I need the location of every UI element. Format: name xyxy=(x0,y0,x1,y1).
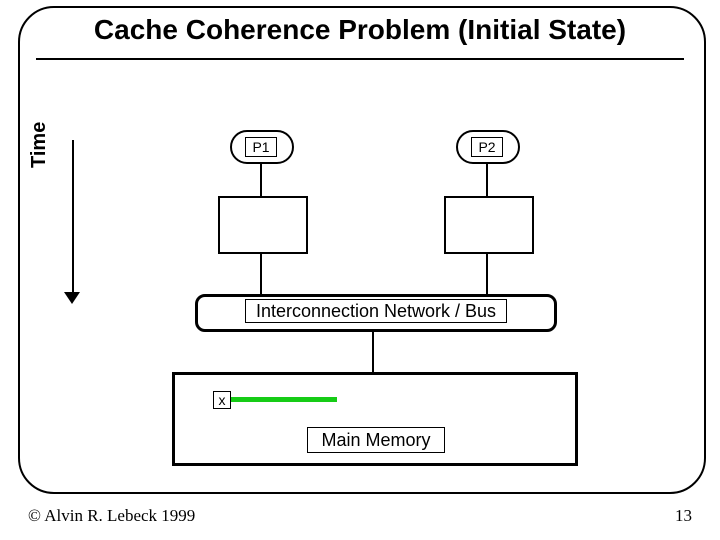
value-bar-icon xyxy=(225,397,337,402)
arrow-shaft-icon xyxy=(72,140,74,300)
processor-p2: P2 xyxy=(456,130,520,164)
cache-2 xyxy=(444,196,534,254)
cache-1 xyxy=(218,196,308,254)
wire-c2-bus xyxy=(486,252,488,294)
processor-p2-label: P2 xyxy=(471,137,503,157)
title-rule xyxy=(36,58,684,60)
time-axis-label: Time xyxy=(28,122,51,168)
main-memory: x Main Memory xyxy=(172,372,578,466)
memory-label: Main Memory xyxy=(307,427,445,453)
processor-p1-label: P1 xyxy=(245,137,277,157)
wire-bus-mem xyxy=(372,330,374,372)
copyright: © Alvin R. Lebeck 1999 xyxy=(28,506,195,526)
wire-p2-cache xyxy=(486,164,488,196)
interconnect-bus: Interconnection Network / Bus xyxy=(195,294,557,332)
page-title: Cache Coherence Problem (Initial State) xyxy=(0,14,720,46)
arrow-head-icon xyxy=(64,292,80,304)
wire-c1-bus xyxy=(260,252,262,294)
memory-var: x xyxy=(213,391,231,409)
processor-p1: P1 xyxy=(230,130,294,164)
bus-label: Interconnection Network / Bus xyxy=(245,299,507,323)
wire-p1-cache xyxy=(260,164,262,196)
page-number: 13 xyxy=(675,506,692,526)
